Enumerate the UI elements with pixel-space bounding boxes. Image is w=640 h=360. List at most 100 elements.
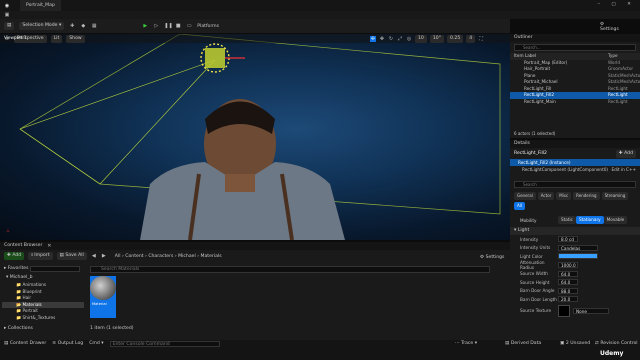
unsaved-button[interactable]: ▣ 2 Unsaved [560,341,590,346]
window-controls[interactable]: – ▢ ✕ [598,2,636,7]
pause-icon[interactable]: ❚❚ [164,23,172,29]
actor-name-field[interactable]: RectLight_Fill2 [514,151,547,156]
cb-tree-search[interactable] [30,266,80,272]
outliner-tab[interactable]: Outliner [510,34,537,42]
material-asset-tile[interactable]: Material [90,276,116,318]
back-icon[interactable]: ◀ [91,253,97,259]
scale-tool-icon[interactable]: ⤢ [397,36,403,42]
folder-item[interactable]: 📁 Hair [2,295,84,302]
title-bar: ◉ Portrait_Map – ▢ ✕ [0,0,640,11]
move-tool-icon[interactable]: ✥ [379,36,385,42]
add-component-button[interactable]: ✚ Add [615,149,636,158]
camera-speed-button[interactable]: 4 [466,35,476,43]
lit-button[interactable]: Lit [50,34,63,43]
viewport-toolbar: ≡ Perspective Lit Show ✢ ✥ ↻ ⤢ ◎ 10 10° … [0,34,510,43]
collections-header[interactable]: ▸ Collections [4,326,33,331]
stop-icon[interactable]: ■ [175,23,181,29]
mobility-static[interactable]: Static [558,216,576,224]
show-button[interactable]: Show [66,34,85,43]
details-search[interactable]: Search [514,181,636,188]
cb-tabbar: Content Browser ✕ [0,242,510,250]
light-section-header[interactable]: ▾ Light [510,227,640,235]
cb-settings-button[interactable]: ⚙ Settings [480,255,504,260]
add-actor-icon[interactable]: ✚ [69,23,75,29]
component-row[interactable]: RectLightComponent (LightComponent0) Edit… [510,166,640,173]
save-all-button[interactable]: ▤ Save All [56,252,87,260]
platforms-button[interactable]: Platforms [197,24,219,29]
add-button[interactable]: ✚ Add [4,252,25,260]
texture-thumbnail [558,304,570,317]
import-button[interactable]: ⭳ Import [28,252,53,260]
folder-item[interactable]: 📁 Portrait [2,308,84,315]
outliner-search[interactable]: Search... [514,44,636,51]
frustum-edge-3 [19,59,216,130]
light-color-swatch[interactable] [558,253,598,260]
mobility-stationary[interactable]: Stationary [575,216,604,224]
rotate-tool-icon[interactable]: ↻ [388,36,394,42]
intensity-input[interactable]: 8.0 cd [558,236,578,243]
maximize-icon[interactable]: ⛶ [478,36,484,42]
content-drawer-button[interactable]: ▤ Content Drawer [4,341,46,346]
viewport-tab[interactable]: Viewport 1 [4,35,27,40]
attenuation-input[interactable]: 1000.0 [558,262,578,269]
output-log-button[interactable]: ≡ Output Log [52,341,83,346]
cmd-dropdown[interactable]: Cmd ▾ [89,341,103,346]
filter-general[interactable]: General [514,192,536,200]
filter-streaming[interactable]: Streaming [601,192,629,200]
console-input[interactable]: Enter Console Command [109,341,220,347]
trace-button[interactable]: ⋯ Trace ▾ [455,341,477,346]
folder-item[interactable]: 📁 Shirt&_Textures [2,315,84,322]
filter-actor[interactable]: Actor [537,192,555,200]
outliner-tabbar: Outliner [510,34,640,42]
favorites-header[interactable]: ▸ Favorites [4,266,29,271]
source-height-input[interactable]: 64.0 [558,279,578,286]
scale-snap-button[interactable]: 0.25 [447,35,464,43]
simulate-icon[interactable]: ▷ [153,23,159,29]
level-viewport[interactable]: ≡ Perspective Lit Show ✢ ✥ ↻ ⤢ ◎ 10 10° … [0,34,510,240]
unreal-logo-icon: ◉ [4,2,10,9]
details-header: RectLight_Fill2 ✚ Add [510,148,640,159]
play-icon[interactable]: ▶ [142,23,148,29]
world-icon[interactable]: ◎ [406,36,412,42]
filter-rendering[interactable]: Rendering [573,192,600,200]
settings-button[interactable]: ⚙ Settings [600,22,619,32]
path-breadcrumb[interactable]: All › Content › Characters › Michael › M… [115,254,222,259]
intensity-units-dropdown[interactable]: Candelas [558,244,598,251]
blueprint-icon[interactable]: ◆ [80,23,86,29]
filter-misc[interactable]: Misc [556,192,572,200]
folder-root[interactable]: ▾ Michael_b [2,274,84,282]
details-tab[interactable]: Details [510,140,534,148]
barn-door-length-input[interactable]: 20.0 [558,296,578,303]
folder-item-selected[interactable]: 📂 Materials [2,301,84,309]
content-browser-tab[interactable]: Content Browser [0,242,46,250]
angle-snap-button[interactable]: 10° [429,35,445,43]
level-tab[interactable]: Portrait_Map [20,0,61,11]
close-icon[interactable]: ✕ [46,243,52,249]
property-row: Barn Door Angle 88.0 [510,287,640,296]
source-texture-dropdown[interactable]: None [573,307,609,314]
instance-row[interactable]: RectLight_Fill2 (Instance) [510,159,640,166]
asset-search[interactable]: Search Materials [90,266,490,273]
grid-snap-button[interactable]: 10 [415,35,427,43]
folder-item[interactable]: 📁 Animations [2,282,84,289]
forward-icon[interactable]: ▶ [101,253,107,259]
property-row: Intensity Units Candelas [510,244,640,253]
platforms-icon[interactable]: ▭ [186,23,192,29]
save-icon[interactable]: ▣ [4,12,10,18]
derived-data-button[interactable]: ▤ Derived Data [505,341,541,346]
select-tool-icon[interactable]: ✢ [370,36,376,42]
save-current-button[interactable]: ▤ [4,22,15,30]
filter-all[interactable]: All [514,202,525,210]
barn-door-angle-input[interactable]: 88.0 [558,287,578,294]
edit-in-cpp-link[interactable]: Edit in C++ [611,167,636,172]
source-width-input[interactable]: 64.0 [558,270,578,277]
details-tabbar: Details [510,140,640,148]
mobility-movable[interactable]: Movable [603,216,628,224]
selection-mode-dropdown[interactable]: Selection Mode ▾ [19,22,65,30]
revision-control-button[interactable]: ⇄ Revision Control [595,341,638,346]
sequencer-icon[interactable]: ▦ [91,23,97,29]
table-row[interactable]: RectLight_Main RectLight [510,99,640,106]
folder-item[interactable]: 📁 Blueprint [2,289,84,296]
main-toolbar: ▤ Selection Mode ▾ ✚ ◆ ▦ ▶ ▷ ❚❚ ■ ▭ Plat… [0,19,619,33]
udemy-logo: Udemy [600,350,624,357]
